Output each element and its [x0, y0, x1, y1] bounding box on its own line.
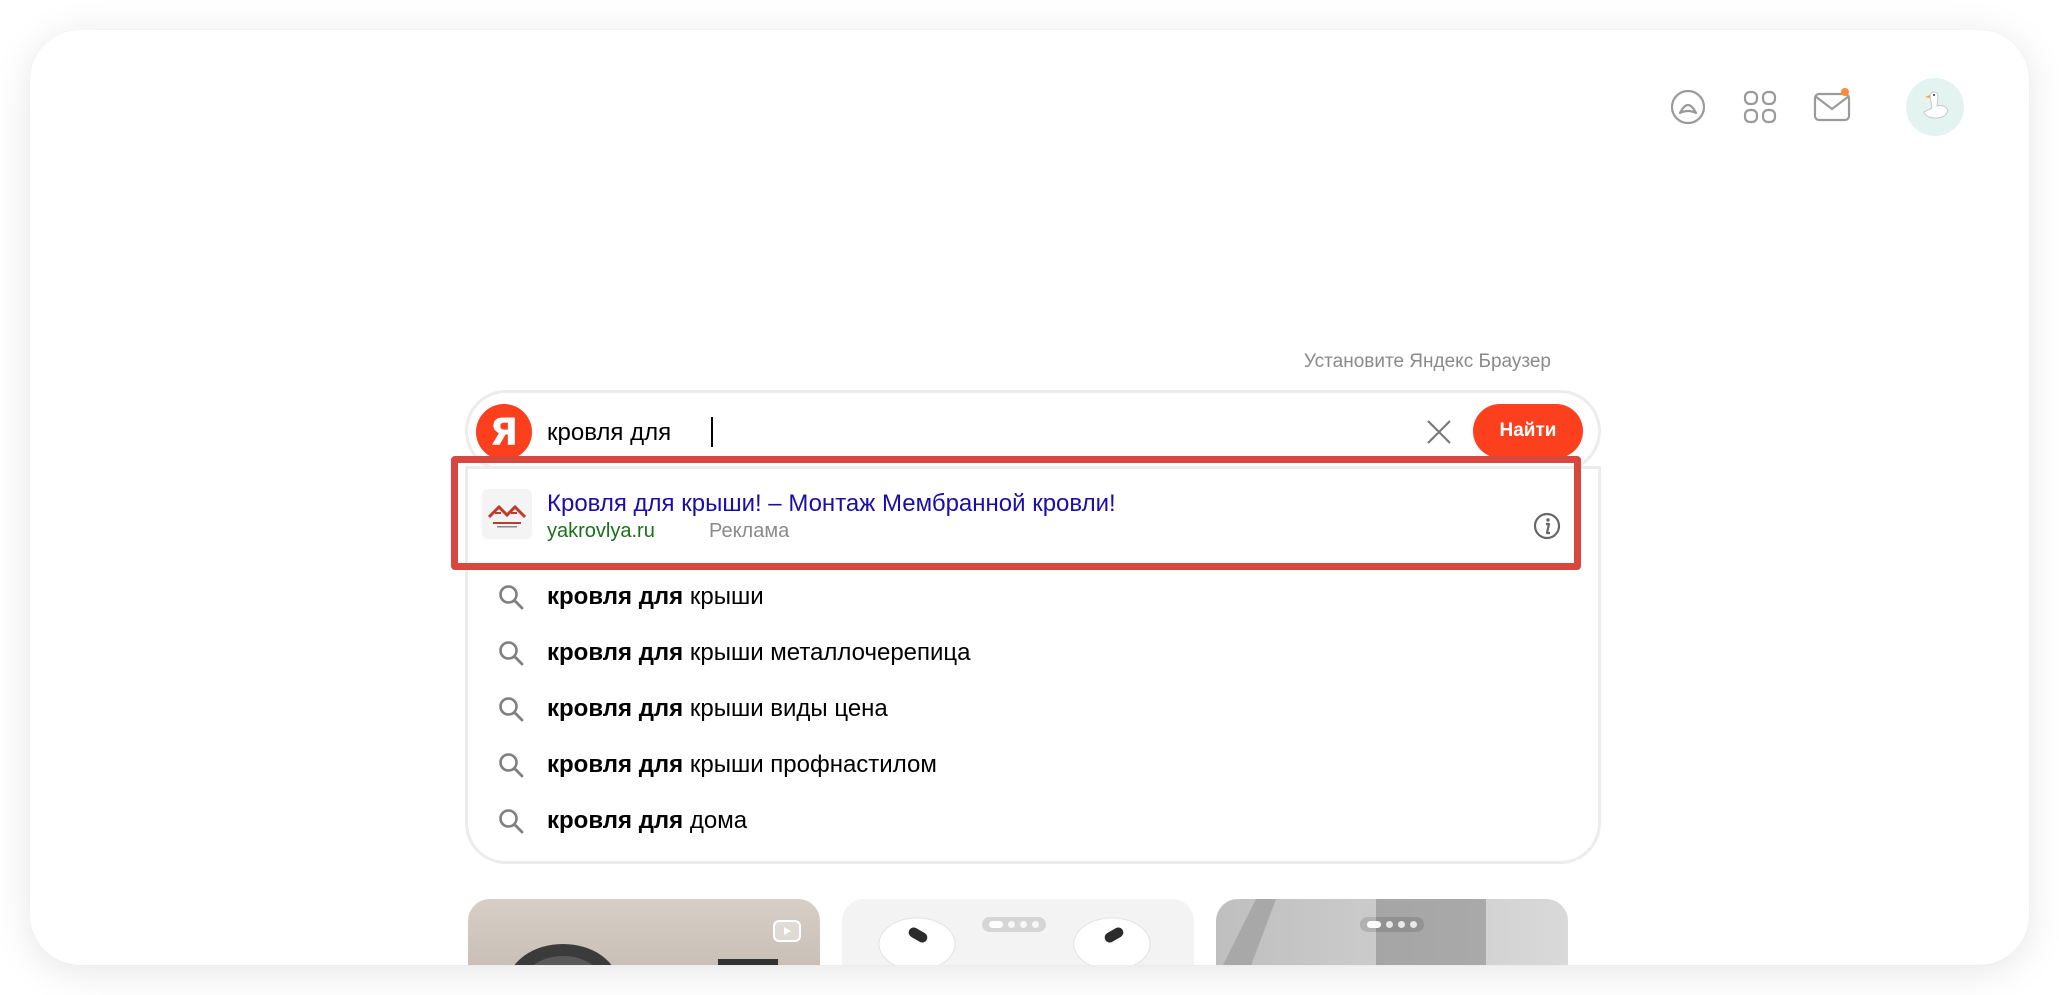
search-icon — [498, 752, 524, 783]
ad-domain: yakrovlya.ru — [547, 520, 655, 542]
suggestion-item[interactable]: кровля для дома — [468, 793, 1598, 849]
content-card[interactable] — [842, 899, 1194, 965]
ad-title[interactable]: Кровля для крыши! – Монтаж Мембранной кр… — [547, 490, 1116, 518]
services-grid-icon[interactable] — [1731, 78, 1789, 136]
carousel-dots — [982, 917, 1046, 932]
yandex-logo[interactable]: Я — [476, 404, 532, 460]
search-icon — [498, 696, 524, 727]
suggestion-text: кровля для крыши металлочерепица — [547, 639, 971, 666]
card-image — [514, 944, 778, 965]
alice-icon[interactable] — [1659, 78, 1717, 136]
content-card[interactable] — [468, 899, 820, 965]
card-image — [878, 917, 1151, 965]
ad-suggestion[interactable]: Кровля для крыши! – Монтаж Мембранной кр… — [451, 456, 1598, 570]
suggestion-list: кровля для крыши кровля для крыши металл… — [468, 569, 1598, 849]
mail-notification-dot — [1841, 88, 1849, 96]
suggestion-item[interactable]: кровля для крыши металлочерепица — [468, 625, 1598, 681]
video-icon — [772, 919, 802, 948]
search-icon — [498, 808, 524, 839]
suggest-panel: Кровля для крыши! – Монтаж Мембранной кр… — [451, 456, 1598, 861]
search-bar: Я Найти — [468, 393, 1598, 469]
card-image — [1223, 899, 1486, 965]
clear-icon[interactable] — [1418, 411, 1460, 453]
suggestion-text: кровля для крыши — [547, 583, 764, 610]
advertiser-logo — [482, 489, 532, 539]
content-card[interactable] — [1216, 899, 1568, 965]
search-icon — [498, 640, 524, 671]
find-button[interactable]: Найти — [1473, 404, 1583, 458]
suggestion-text: кровля для крыши профнастилом — [547, 751, 937, 778]
suggestion-item[interactable]: кровля для крыши виды цена — [468, 681, 1598, 737]
suggestion-text: кровля для дома — [547, 807, 748, 834]
mail-icon[interactable] — [1803, 78, 1861, 136]
ad-label: Реклама — [709, 520, 790, 542]
install-browser-link[interactable]: Установите Яндекс Браузер — [1304, 351, 1551, 373]
info-icon[interactable] — [1532, 511, 1562, 541]
suggestion-item[interactable]: кровля для крыши — [468, 569, 1598, 625]
text-caret — [711, 417, 713, 447]
carousel-dots — [1360, 917, 1424, 932]
page-frame: Установите Яндекс Браузер Я Найти Кровля… — [30, 30, 2029, 965]
avatar[interactable] — [1906, 78, 1964, 136]
suggestion-text: кровля для крыши виды цена — [547, 695, 888, 722]
search-icon — [498, 584, 524, 615]
search-input[interactable] — [545, 411, 1369, 455]
search-widget: Я Найти Кровля для крыши! – Монтаж Мембр… — [451, 393, 1598, 861]
suggestion-item[interactable]: кровля для крыши профнастилом — [468, 737, 1598, 793]
